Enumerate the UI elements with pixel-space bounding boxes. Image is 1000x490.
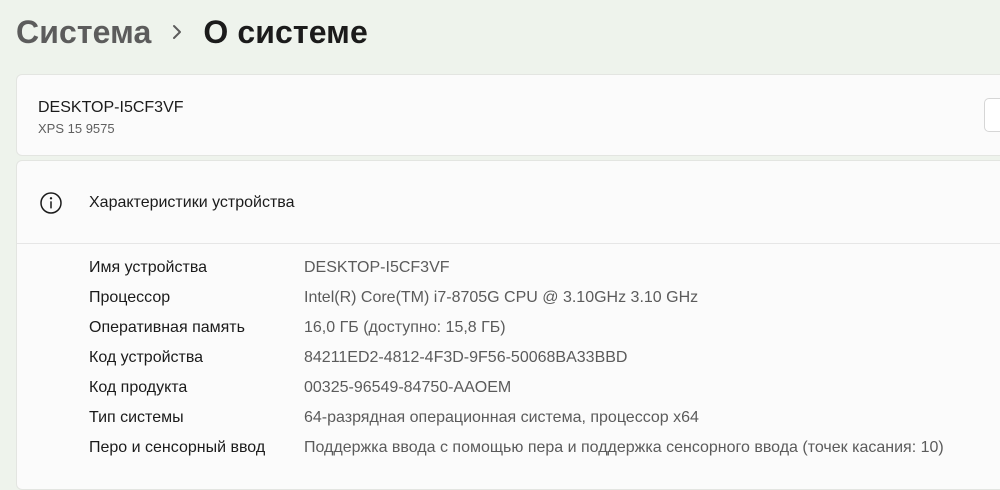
info-icon <box>39 191 63 215</box>
spec-label: Имя устройства <box>89 259 208 276</box>
spec-row-system-type: Тип системы 64-разрядная операционная си… <box>17 403 1000 433</box>
spec-label: Код устройства <box>89 349 204 366</box>
spec-label: Процессор <box>89 289 171 306</box>
spec-value: Поддержка ввода с помощью пера и поддерж… <box>304 439 944 456</box>
spec-label: Перо и сенсорный ввод <box>89 439 266 456</box>
spec-label: Тип системы <box>89 409 184 426</box>
breadcrumb-parent-system[interactable]: Система <box>16 14 151 51</box>
chevron-right-icon <box>151 8 203 56</box>
spec-label: Код продукта <box>89 379 188 396</box>
page-title: О системе <box>203 13 368 50</box>
spec-value: 16,0 ГБ (доступно: 15,8 ГБ) <box>304 319 506 336</box>
spec-row-processor: Процессор Intel(R) Core(TM) i7-8705G CPU… <box>17 283 1000 313</box>
spec-value: 00325-96549-84750-AAOEM <box>304 379 512 396</box>
spec-list: Имя устройства DESKTOP-I5CF3VF Процессор… <box>17 253 1000 463</box>
device-specifications-card: Характеристики устройства Имя устройства… <box>16 160 1000 490</box>
device-card: DESKTOP-I5CF3VF XPS 15 9575 <box>16 74 1000 156</box>
device-name: DESKTOP-I5CF3VF <box>38 99 184 116</box>
spec-label: Оперативная память <box>89 319 245 336</box>
device-model: XPS 15 9575 <box>38 121 115 136</box>
rename-button[interactable] <box>984 98 1000 132</box>
spec-value: 84211ED2-4812-4F3D-9F56-50068BA33BBD <box>304 349 628 366</box>
spec-row-product-id: Код продукта 00325-96549-84750-AAOEM <box>17 373 1000 403</box>
spec-row-device-name: Имя устройства DESKTOP-I5CF3VF <box>17 253 1000 283</box>
breadcrumb: Система О системе <box>16 8 368 56</box>
spec-value: Intel(R) Core(TM) i7-8705G CPU @ 3.10GHz… <box>304 289 699 306</box>
device-specifications-title: Характеристики устройства <box>89 194 295 211</box>
spec-row-pen-touch: Перо и сенсорный ввод Поддержка ввода с … <box>17 433 1000 463</box>
spec-row-memory: Оперативная память 16,0 ГБ (доступно: 15… <box>17 313 1000 343</box>
spec-value: DESKTOP-I5CF3VF <box>304 259 450 276</box>
device-specifications-header[interactable]: Характеристики устройства <box>17 161 1000 244</box>
spec-row-device-id: Код устройства 84211ED2-4812-4F3D-9F56-5… <box>17 343 1000 373</box>
spec-value: 64-разрядная операционная система, проце… <box>304 409 699 426</box>
